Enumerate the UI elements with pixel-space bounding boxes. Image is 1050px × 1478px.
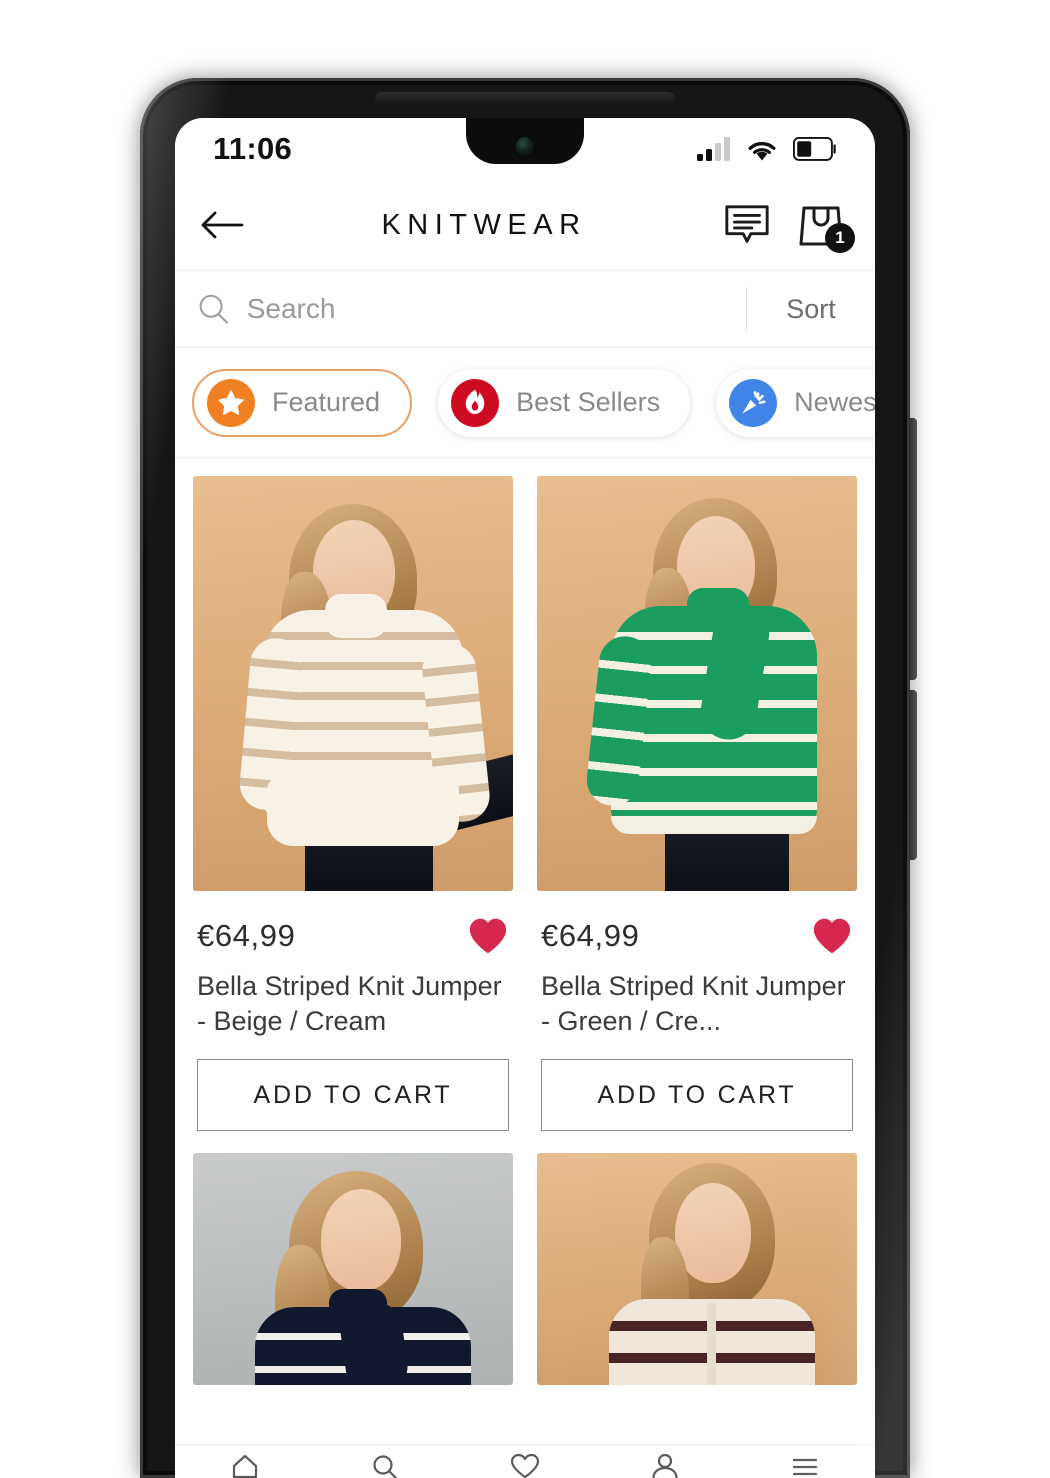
filter-chip-label: Featured — [272, 387, 381, 417]
flame-icon — [465, 389, 485, 414]
product-meta: €64,99 — [537, 891, 857, 955]
product-card[interactable]: €64,99 Bella Striped Knit Jumper - Beige… — [193, 476, 513, 1131]
volume-button[interactable] — [909, 418, 917, 680]
search-icon — [373, 1455, 398, 1478]
party-popper-icon-wrap — [729, 378, 778, 427]
sort-button[interactable]: Sort — [747, 294, 875, 325]
product-meta: €64,99 — [193, 891, 513, 955]
power-button[interactable] — [909, 690, 917, 860]
search-icon — [199, 294, 229, 324]
search-field[interactable] — [175, 291, 746, 327]
cellular-signal-icon — [697, 137, 730, 161]
top-nav-bar: KNITWEAR 1 — [175, 180, 875, 270]
nav-actions: 1 — [723, 201, 855, 253]
cart-badge: 1 — [825, 223, 855, 253]
product-photo-scene — [537, 1153, 857, 1385]
product-image[interactable] — [537, 476, 857, 891]
product-card[interactable] — [537, 1153, 857, 1385]
cart-button[interactable]: 1 — [797, 201, 855, 253]
product-price: €64,99 — [541, 918, 640, 953]
search-row: Sort — [175, 270, 875, 348]
product-title: Bella Striped Knit Jumper - Green / Cre.… — [541, 971, 846, 1036]
battery-icon — [793, 137, 836, 161]
product-price: €64,99 — [197, 918, 296, 953]
filter-chip-featured[interactable]: Featured — [192, 368, 413, 437]
product-image[interactable] — [537, 1153, 857, 1385]
user-icon — [652, 1453, 678, 1478]
bottom-nav-search[interactable] — [368, 1453, 402, 1478]
search-input[interactable] — [246, 293, 746, 325]
product-image[interactable] — [193, 1153, 513, 1385]
heart-filled-icon[interactable] — [811, 917, 853, 955]
filter-chip-best-sellers[interactable]: Best Sellers — [438, 368, 691, 437]
add-to-cart-button[interactable]: ADD TO CART — [541, 1059, 853, 1131]
product-photo-scene — [193, 476, 513, 891]
earpiece-speaker — [375, 92, 675, 106]
filter-chip-label: Newes — [794, 387, 875, 417]
status-time: 11:06 — [213, 131, 293, 166]
chat-bubble-icon — [725, 205, 769, 243]
star-icon-wrap — [207, 378, 255, 427]
status-icons — [697, 137, 837, 162]
product-photo-scene — [537, 476, 857, 891]
phone-frame: 11:06 KNITWEAR 1 Search Sort Featured Be… — [140, 78, 917, 1478]
product-photo-scene — [193, 1153, 513, 1385]
filter-chip-newest[interactable]: Newes — [716, 368, 875, 437]
party-popper-icon — [742, 390, 766, 414]
star-icon — [218, 389, 244, 415]
heart-filled-icon[interactable] — [467, 917, 509, 955]
bottom-nav-menu[interactable] — [788, 1453, 822, 1478]
camera-notch — [466, 118, 584, 164]
phone-screen: 11:06 KNITWEAR 1 Search Sort Featured Be… — [175, 118, 875, 1478]
product-image[interactable] — [193, 476, 513, 891]
heart-icon — [510, 1453, 540, 1478]
page-title: KNITWEAR — [381, 208, 587, 241]
filter-chip-row[interactable]: Featured Best Sellers Newes — [175, 348, 875, 458]
product-card[interactable]: €64,99 Bella Striped Knit Jumper - Green… — [537, 476, 857, 1131]
product-title: Bella Striped Knit Jumper - Beige / Crea… — [197, 971, 502, 1036]
product-card[interactable] — [193, 1153, 513, 1385]
chat-button[interactable] — [723, 201, 771, 249]
wifi-icon — [748, 141, 776, 160]
bottom-nav-home[interactable] — [228, 1453, 262, 1478]
flame-icon-wrap — [451, 378, 500, 427]
back-arrow-icon — [201, 211, 244, 239]
menu-icon — [792, 1458, 818, 1476]
add-to-cart-button[interactable]: ADD TO CART — [197, 1059, 509, 1131]
filter-chip-label: Best Sellers — [516, 387, 661, 417]
bottom-nav-bar[interactable] — [175, 1444, 875, 1478]
product-grid: €64,99 Bella Striped Knit Jumper - Beige… — [175, 458, 875, 1385]
home-icon — [232, 1454, 258, 1478]
front-camera-icon — [515, 137, 535, 156]
bottom-nav-favorites[interactable] — [508, 1453, 542, 1478]
back-button[interactable] — [197, 201, 245, 249]
bottom-nav-account[interactable] — [648, 1453, 682, 1478]
